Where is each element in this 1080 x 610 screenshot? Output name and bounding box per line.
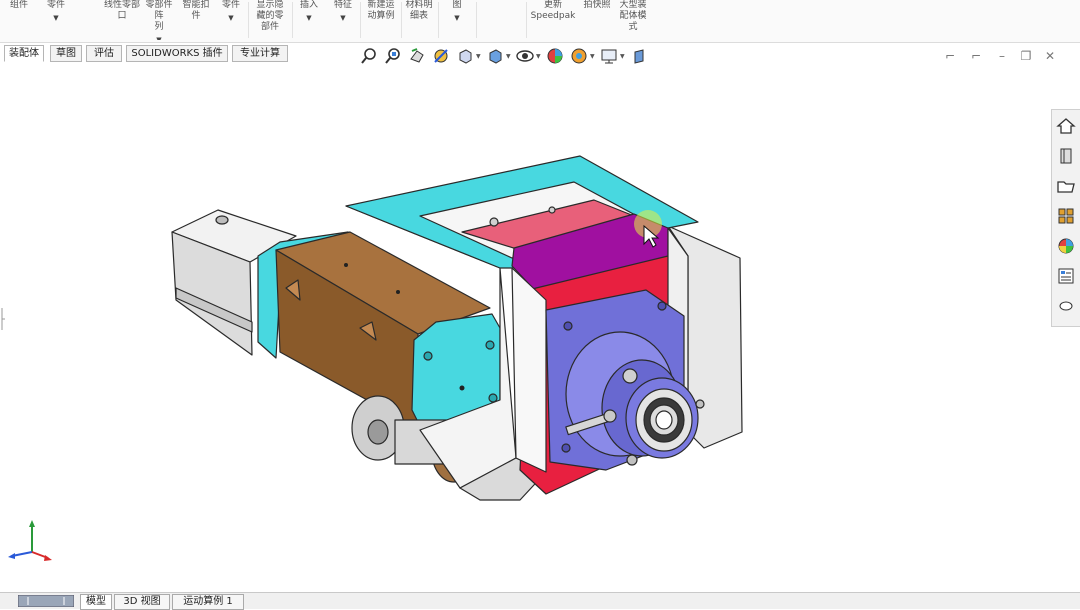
ribbon-show-hidden-components[interactable]: 显示隐 藏的零 部件: [250, 0, 290, 40]
ribbon-label: 拍快照: [583, 0, 611, 10]
ribbon-label: 细表: [409, 11, 428, 21]
ribbon-label: 组件: [9, 0, 28, 10]
ribbon-smart-fasteners[interactable]: 智能扣件: [178, 0, 214, 40]
ribbon-label: 部件: [260, 22, 279, 32]
tab-professional-calc[interactable]: 专业计算: [232, 45, 288, 62]
heads-up-view-toolbar: ▼ ▼ ▼ ▼ ▼: [358, 45, 738, 67]
appearances-icon[interactable]: [1056, 236, 1076, 256]
zoom-to-area-icon[interactable]: [384, 47, 402, 65]
ribbon-update-speedpak[interactable]: 更新 Speedpak: [528, 0, 578, 40]
tab-solidworks-addins[interactable]: SOLIDWORKS 插件: [126, 45, 228, 62]
dropdown-arrow-icon[interactable]: ▼: [506, 53, 511, 60]
ribbon-label: 口: [117, 11, 127, 21]
ribbon-mate[interactable]: 零件 ▼: [40, 0, 72, 40]
ribbon-label: 新建运: [367, 0, 395, 10]
previous-view-icon[interactable]: [408, 47, 426, 65]
restore-view-icon[interactable]: ⌐: [968, 48, 984, 64]
dropdown-arrow-icon: ▼: [306, 14, 312, 22]
ribbon-component-pattern[interactable]: 零部件阵列 ▼: [142, 0, 176, 40]
ribbon-separator: [360, 2, 361, 38]
ribbon-reference-geometry[interactable]: 特征 ▼: [328, 0, 358, 40]
ribbon-label: 特征: [333, 0, 352, 10]
split-view-icon[interactable]: ⌐: [942, 48, 958, 64]
bottom-tab-bar: 模型 3D 视图 运动算例 1: [0, 592, 1080, 610]
window-controls: ⌐ ⌐ – ❐ ✕: [942, 48, 1055, 64]
edit-appearance-icon[interactable]: [546, 47, 564, 65]
tab-assembly[interactable]: 装配体: [4, 45, 44, 62]
view-palette-icon[interactable]: [1056, 206, 1076, 226]
ribbon-label: 式: [628, 22, 638, 32]
file-explorer-icon[interactable]: [1056, 176, 1076, 196]
ribbon-label: 件: [191, 11, 201, 21]
dropdown-arrow-icon: ▼: [454, 14, 460, 22]
ribbon-label: 更新: [543, 0, 562, 10]
tab-sketch[interactable]: 草图: [50, 45, 82, 62]
home-icon[interactable]: [1056, 116, 1076, 136]
ribbon-label: 大型装: [619, 0, 647, 10]
custom-properties-icon[interactable]: [1056, 266, 1076, 286]
dropdown-arrow-icon: ▼: [228, 14, 234, 22]
dropdown-arrow-icon: ▼: [156, 36, 162, 40]
apply-scene-icon[interactable]: [570, 47, 588, 65]
ribbon-label: Speedpak: [530, 11, 576, 21]
ribbon-instant3d[interactable]: [478, 0, 524, 40]
close-icon[interactable]: ✕: [1042, 48, 1058, 64]
ribbon-separator: [526, 2, 527, 38]
ribbon-label: 显示隐: [256, 0, 284, 10]
model-viewport[interactable]: [0, 0, 1080, 608]
ribbon-label: 图: [452, 0, 462, 10]
ribbon-label: 动算例: [367, 11, 395, 21]
section-view-icon[interactable]: [432, 47, 450, 65]
ribbon-assembly-features[interactable]: 插入 ▼: [294, 0, 324, 40]
hide-show-items-icon[interactable]: [516, 47, 534, 65]
zoom-to-fit-icon[interactable]: [360, 47, 378, 65]
restore-icon[interactable]: ❐: [1018, 48, 1034, 64]
ribbon-label: 零部件阵: [145, 0, 173, 21]
dropdown-arrow-icon[interactable]: ▼: [476, 53, 481, 60]
ribbon-large-assembly-mode[interactable]: 大型装 配体模式: [614, 0, 652, 40]
design-library-icon[interactable]: [1056, 146, 1076, 166]
ribbon-label: 插入: [299, 0, 318, 10]
ribbon-label: 配体模: [619, 11, 647, 21]
ribbon-component-preview[interactable]: [76, 0, 102, 40]
ribbon-bill-of-materials[interactable]: 材料明 细表: [402, 0, 436, 40]
forum-icon[interactable]: [1056, 296, 1076, 316]
ribbon-label: 零件: [46, 0, 65, 10]
dropdown-arrow-icon[interactable]: ▼: [590, 53, 595, 60]
ribbon-label: 智能扣: [182, 0, 210, 10]
ribbon-label: 零件: [221, 0, 240, 10]
ribbon-new-motion-study[interactable]: 新建运 动算例: [362, 0, 400, 40]
command-tabs: 装配体 草图 评估 SOLIDWORKS 插件 专业计算: [0, 44, 300, 62]
dropdown-arrow-icon[interactable]: ▼: [536, 53, 541, 60]
ribbon-separator: [292, 2, 293, 38]
ribbon-label: 列: [154, 22, 164, 32]
minimize-icon[interactable]: –: [994, 48, 1010, 64]
gearbox-hole: [215, 215, 229, 225]
navigation-scroll-icon[interactable]: [18, 595, 74, 607]
ribbon-label: 线性零部: [104, 0, 140, 10]
feature-manager-collapse-handle[interactable]: [0, 306, 5, 332]
view-settings-icon[interactable]: [600, 47, 618, 65]
ribbon-insert-components[interactable]: 组件: [0, 0, 38, 40]
ribbon-separator: [476, 2, 477, 38]
display-style-icon[interactable]: [486, 47, 504, 65]
view-orientation-icon[interactable]: [456, 47, 474, 65]
ribbon-take-snapshot[interactable]: 拍快照: [580, 0, 614, 40]
ribbon-exploded-view[interactable]: 图 ▼: [440, 0, 474, 40]
ribbon-separator: [248, 2, 249, 38]
display-pane-icon[interactable]: [630, 47, 648, 65]
ribbon-linear-pattern[interactable]: 线性零部口: [104, 0, 140, 40]
tab-evaluate[interactable]: 评估: [86, 45, 122, 62]
command-manager-ribbon: 组件 零件 ▼ 线性零部口 零部件阵列 ▼ 智能扣件 零件 ▼ 显示隐 藏的零 部件 插入…: [0, 0, 1080, 43]
reference-triad: [8, 520, 52, 561]
ribbon-separator: [438, 2, 439, 38]
dropdown-arrow-icon: ▼: [340, 14, 346, 22]
ribbon-move-component[interactable]: 零件 ▼: [216, 0, 246, 40]
task-pane: [1051, 109, 1080, 327]
ribbon-label: 材料明: [405, 0, 433, 10]
dropdown-arrow-icon[interactable]: ▼: [620, 53, 625, 60]
dropdown-arrow-icon: ▼: [53, 14, 59, 22]
ribbon-label: 藏的零: [256, 11, 284, 21]
